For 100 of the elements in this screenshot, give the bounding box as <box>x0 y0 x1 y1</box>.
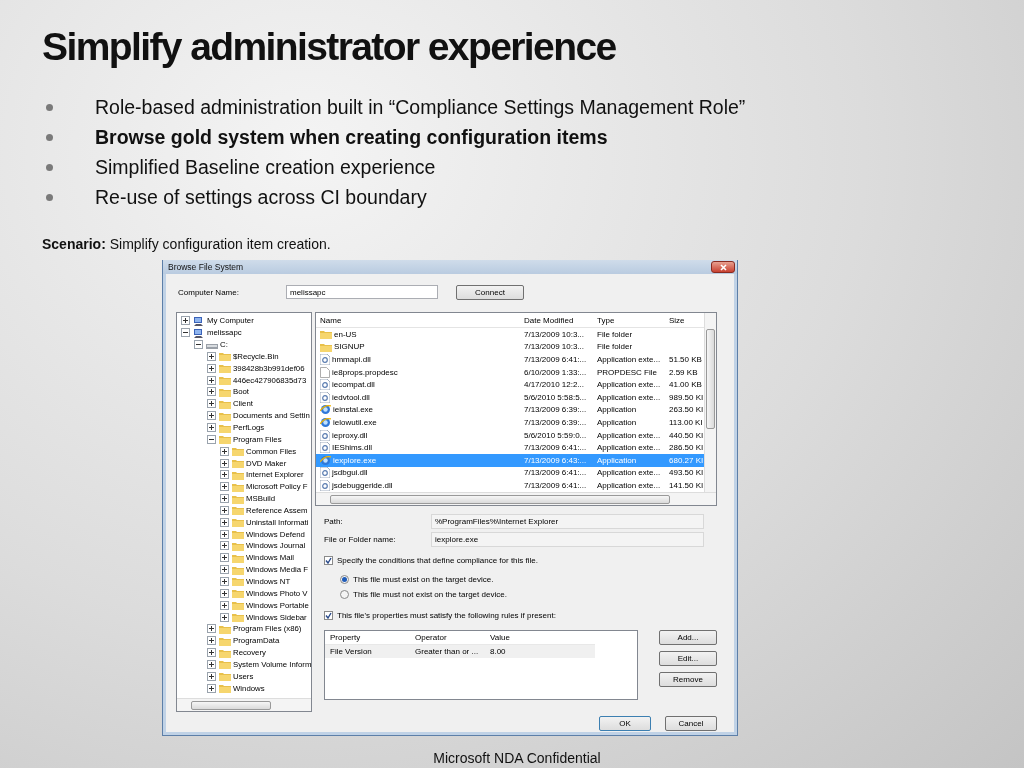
horizontal-scrollbar[interactable] <box>177 698 311 711</box>
expand-icon[interactable] <box>220 577 229 586</box>
expand-icon[interactable] <box>220 505 229 515</box>
column-header[interactable]: Size <box>666 315 704 325</box>
file-row[interactable]: ieinstal.exe 7/13/2009 6:39:... Application 263.50 KI <box>316 403 704 417</box>
table-cell-text: PROPDESC File <box>596 367 658 377</box>
rule-button[interactable]: Remove <box>659 672 717 687</box>
expand-icon[interactable] <box>207 375 216 385</box>
expand-icon[interactable] <box>207 624 216 634</box>
file-row[interactable]: hmmapi.dll 7/13/2009 6:41:... Application exte... 51.50 KB <box>316 353 704 366</box>
expand-icon[interactable] <box>220 529 229 539</box>
table-cell-text: 7/13/2009 6:41:... <box>523 355 588 364</box>
vertical-scrollbar[interactable] <box>704 313 716 492</box>
expand-icon[interactable] <box>207 671 216 681</box>
collapse-icon[interactable] <box>207 434 216 444</box>
table-cell-text: 7/13/2009 10:3... <box>523 342 586 352</box>
expand-icon[interactable] <box>220 600 229 610</box>
file-row[interactable]: jsdebuggeride.dll 7/13/2009 6:41:... Application exte... 141.50 KI <box>316 479 704 492</box>
file-row[interactable]: ie8props.propdesc 6/10/2009 1:33:... PROPDESC File 2.59 KB <box>316 365 704 379</box>
cancel-button[interactable]: Cancel <box>665 716 717 731</box>
ok-button[interactable]: OK <box>599 716 651 731</box>
table-cell-text: File folder <box>596 342 634 352</box>
file-row[interactable]: ielowutil.exe 7/13/2009 6:39:... Application 113.00 KI <box>316 416 704 429</box>
path-field[interactable]: %ProgramFiles%\Internet Explorer <box>431 514 704 529</box>
rule-button[interactable]: Edit... <box>659 651 717 666</box>
file-row[interactable]: iecompat.dll 4/17/2010 12:2... Application exte... 41.00 KB <box>316 378 704 391</box>
column-header[interactable]: Type <box>594 315 666 325</box>
expand-icon[interactable] <box>207 636 216 646</box>
expand-icon[interactable] <box>207 683 216 693</box>
expand-icon[interactable] <box>220 541 229 551</box>
radio-button[interactable] <box>340 589 349 599</box>
table-cell-text: Greater than or ... <box>414 647 480 656</box>
file-row[interactable]: ieproxy.dll 5/6/2010 5:59:0... Application exte... 440.50 KI <box>316 428 704 442</box>
expand-icon[interactable] <box>220 470 229 480</box>
expand-icon[interactable] <box>207 659 216 669</box>
expand-icon[interactable] <box>220 612 229 622</box>
expand-icon[interactable] <box>220 553 229 563</box>
field-label: Computer Name: <box>177 287 240 297</box>
folder-icon <box>232 505 244 516</box>
column-header[interactable]: Date Modified <box>521 315 594 325</box>
rule-row[interactable]: File Version Greater than or ... 8.00 <box>325 645 595 658</box>
checkbox-label: This file's properties must satisfy the following rules if present: <box>337 610 556 620</box>
checkbox[interactable] <box>324 555 333 565</box>
file-row[interactable]: SIGNUP 7/13/2009 10:3... File folder <box>316 340 704 354</box>
checkbox-label: Specify the conditions that define compliance for this file. <box>337 555 538 565</box>
expand-icon[interactable] <box>207 411 216 421</box>
slide-title: Simplify administrator experience <box>42 24 616 70</box>
table-cell-text: Application exte... <box>596 380 662 390</box>
folder-icon <box>320 341 332 352</box>
table-cell-text: 5/6/2010 5:59:0... <box>523 430 588 440</box>
name-field[interactable]: iexplore.exe <box>431 532 704 547</box>
table-cell-text: 8.00 <box>489 647 507 656</box>
rule-button[interactable]: Add... <box>659 630 717 645</box>
expand-icon[interactable] <box>207 399 216 409</box>
radio-button[interactable] <box>340 574 349 584</box>
expand-icon[interactable] <box>181 316 190 326</box>
file-row[interactable]: en-US 7/13/2009 10:3... File folder <box>316 328 704 341</box>
column-header[interactable]: Property <box>325 633 413 642</box>
folder-icon <box>320 329 332 340</box>
expand-icon[interactable] <box>220 588 229 598</box>
table-cell: SIGNUP <box>334 342 365 352</box>
expand-icon[interactable] <box>220 565 229 575</box>
column-header[interactable]: Operator <box>413 633 488 642</box>
expand-icon[interactable] <box>207 423 216 432</box>
expand-icon[interactable] <box>220 482 229 492</box>
expand-icon[interactable] <box>207 387 216 397</box>
file-row[interactable]: iedvtool.dll 5/6/2010 5:58:5... Application exte... 989.50 KI <box>316 390 704 404</box>
window-title: Browse File System <box>168 262 244 272</box>
computer-name-field[interactable]: melissapc <box>286 285 438 299</box>
expand-icon[interactable] <box>220 517 229 527</box>
expand-icon[interactable] <box>207 363 216 373</box>
file-row[interactable]: jsdbgui.dll 7/13/2009 6:41:... Application exte... 493.50 KI <box>316 466 704 480</box>
table-cell-text: Application exte... <box>596 430 662 440</box>
folder-icon <box>232 588 244 599</box>
expand-icon[interactable] <box>207 351 216 361</box>
expand-icon[interactable] <box>220 494 229 504</box>
table-cell-text: 5/6/2010 5:58:5... <box>523 392 588 402</box>
scenario-text: Scenario: Simplify configuration item creation. <box>42 236 331 252</box>
table-cell: iexplore.exe <box>333 455 377 465</box>
horizontal-scrollbar[interactable] <box>316 492 716 505</box>
table-cell-text: Application exte... <box>596 443 662 453</box>
table-cell-text: File folder <box>596 329 634 339</box>
collapse-icon[interactable] <box>181 328 190 338</box>
column-header[interactable]: Name <box>316 315 521 325</box>
table-cell-text: Application <box>596 455 638 465</box>
connect-button[interactable]: Connect <box>456 284 524 300</box>
field-label: File or Folder name: <box>324 535 397 544</box>
folder-icon <box>219 351 231 362</box>
expand-icon[interactable] <box>220 458 229 468</box>
folder-icon <box>219 363 231 374</box>
collapse-icon[interactable] <box>194 340 203 350</box>
expand-icon[interactable] <box>207 648 216 658</box>
close-button[interactable] <box>711 261 735 273</box>
expand-icon[interactable] <box>220 446 229 456</box>
checkbox[interactable] <box>324 610 333 620</box>
column-header[interactable]: Value <box>488 633 588 642</box>
table-cell-text: 7/13/2009 6:39:... <box>523 417 588 427</box>
table-cell: en-US <box>334 329 357 339</box>
radio-label: This file must exist on the target device. <box>353 574 494 584</box>
file-row[interactable]: IEShims.dll 7/13/2009 6:41:... Application exte... 286.50 KI <box>316 441 704 454</box>
